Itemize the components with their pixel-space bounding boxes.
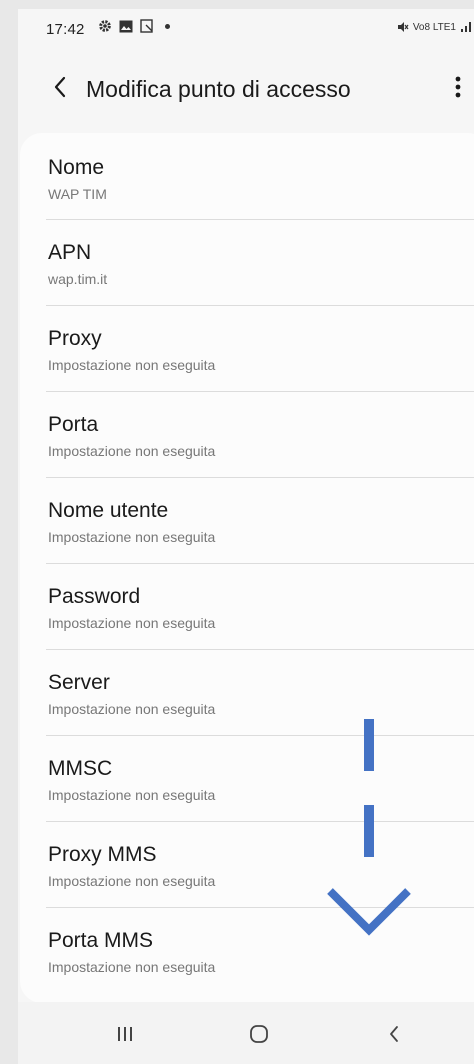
field-label: Nome bbox=[48, 156, 105, 179]
field-row-mmsc[interactable]: MMSC Impostazione non eseguita bbox=[20, 735, 474, 821]
apn-field-list: Nome WAP TIM APN wap.tim.it Proxy Impost… bbox=[20, 133, 474, 993]
field-row-proxy[interactable]: Proxy Impostazione non eseguita bbox=[20, 305, 474, 391]
mute-icon bbox=[397, 22, 409, 32]
field-label: Proxy MMS bbox=[48, 843, 157, 866]
recents-button[interactable] bbox=[105, 1016, 145, 1052]
field-row-porta-mms[interactable]: Porta MMS Impostazione non eseguita bbox=[20, 907, 474, 993]
field-value: Impostazione non eseguita bbox=[48, 615, 216, 631]
field-row-apn[interactable]: APN wap.tim.it bbox=[20, 219, 474, 305]
back-button[interactable] bbox=[44, 69, 76, 105]
field-label: Password bbox=[48, 585, 141, 608]
home-icon bbox=[250, 1025, 268, 1043]
status-time: 17:42 bbox=[46, 21, 85, 38]
field-value: Impostazione non eseguita bbox=[48, 959, 216, 975]
field-row-proxy-mms[interactable]: Proxy MMS Impostazione non eseguita bbox=[20, 821, 474, 907]
field-value: Impostazione non eseguita bbox=[48, 357, 216, 373]
field-value: Impostazione non eseguita bbox=[48, 701, 216, 717]
page-title: Modifica punto di accesso bbox=[86, 76, 351, 102]
field-row-server[interactable]: Server Impostazione non eseguita bbox=[20, 649, 474, 735]
field-label: APN bbox=[48, 241, 92, 264]
field-row-porta[interactable]: Porta Impostazione non eseguita bbox=[20, 391, 474, 477]
signal-icon bbox=[461, 22, 471, 32]
status-bar: 17:42 Vo8 LTE1 bbox=[18, 9, 474, 51]
field-value: wap.tim.it bbox=[48, 271, 108, 287]
field-label: Nome utente bbox=[48, 499, 169, 522]
recents-icon bbox=[118, 1027, 132, 1041]
field-label: Porta bbox=[48, 413, 99, 436]
image-icon bbox=[119, 20, 133, 32]
navigation-bar bbox=[18, 1002, 474, 1064]
field-label: Server bbox=[48, 671, 110, 694]
home-button[interactable] bbox=[239, 1016, 279, 1052]
gear-icon bbox=[99, 20, 111, 32]
nav-back-button[interactable] bbox=[374, 1016, 414, 1052]
field-value: Impostazione non eseguita bbox=[48, 787, 216, 803]
screenshot-icon bbox=[140, 19, 153, 33]
status-icons-left bbox=[98, 19, 170, 33]
notification-dot-icon bbox=[165, 23, 170, 29]
chevron-left-icon bbox=[54, 76, 66, 98]
more-vertical-icon bbox=[455, 76, 461, 98]
field-label: Porta MMS bbox=[48, 929, 154, 952]
field-value: Impostazione non eseguita bbox=[48, 443, 216, 459]
field-row-nome-utente[interactable]: Nome utente Impostazione non eseguita bbox=[20, 477, 474, 563]
settings-card: Nome WAP TIM APN wap.tim.it Proxy Impost… bbox=[20, 133, 474, 1003]
field-row-nome[interactable]: Nome WAP TIM bbox=[20, 133, 474, 219]
field-value: WAP TIM bbox=[48, 186, 107, 202]
network-type-label: Vo8 LTE1 bbox=[412, 21, 456, 33]
field-row-password[interactable]: Password Impostazione non eseguita bbox=[20, 563, 474, 649]
more-options-button[interactable] bbox=[444, 69, 472, 105]
field-label: Proxy bbox=[48, 327, 102, 350]
status-icons-right: Vo8 LTE1 bbox=[397, 21, 472, 33]
field-value: Impostazione non eseguita bbox=[48, 873, 216, 889]
field-label: MMSC bbox=[48, 757, 113, 780]
phone-screen: 17:42 Vo8 LTE1 Modifica punto di accesso… bbox=[18, 9, 474, 1064]
field-value: Impostazione non eseguita bbox=[48, 529, 216, 545]
app-bar: Modifica punto di accesso bbox=[18, 57, 474, 121]
back-icon bbox=[390, 1026, 398, 1042]
